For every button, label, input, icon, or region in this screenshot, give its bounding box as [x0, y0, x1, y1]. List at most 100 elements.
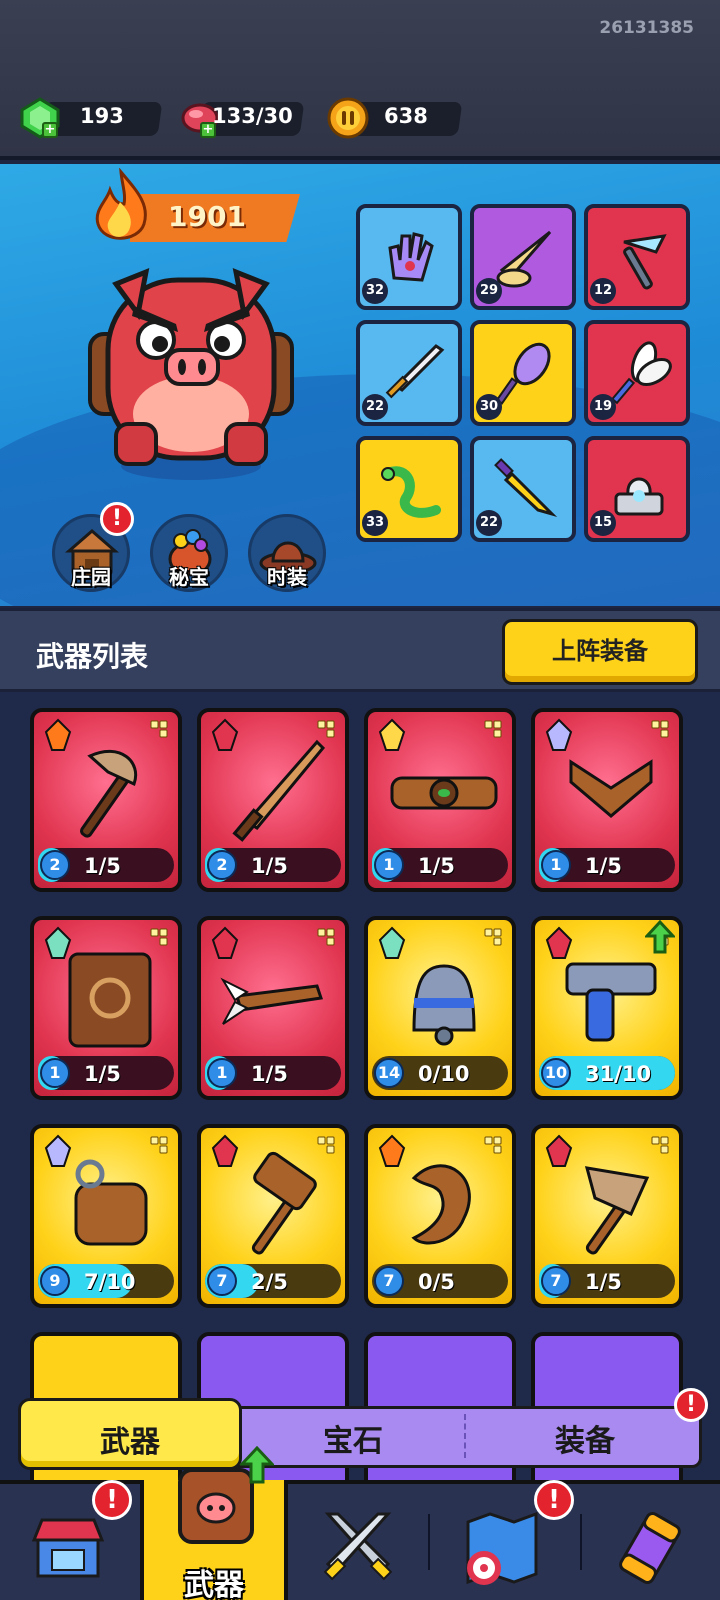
equipped-slot-fan[interactable]: 19: [584, 320, 690, 426]
ice-axe-icon: [623, 234, 667, 290]
weapon-card[interactable]: 1 1/5: [30, 916, 182, 1100]
weapon-level: 14: [374, 1058, 404, 1088]
weapon-shard-count: 7/10: [84, 1270, 136, 1294]
weapon-level: 7: [207, 1266, 237, 1296]
weapon-card[interactable]: 2 1/5: [197, 708, 349, 892]
nav-separator: [428, 1514, 430, 1570]
equipped-slot-dragon[interactable]: 33: [356, 436, 462, 542]
equipped-slot-sword[interactable]: 22: [356, 320, 462, 426]
feather-staff-icon: [495, 342, 551, 405]
gems-value: 193: [80, 104, 124, 128]
tab-gem-label: 宝石: [323, 1424, 383, 1459]
weapon-level: 2: [40, 850, 70, 880]
capsule-icon: [619, 1511, 681, 1585]
nav-map[interactable]: !: [440, 1480, 580, 1600]
map-icon: [466, 1511, 538, 1585]
fire-power-icon: [95, 168, 147, 240]
stamina-value: 133/30: [212, 104, 293, 128]
weapon-card[interactable]: 1 1/5: [364, 708, 516, 892]
weapon-level: 1: [207, 1058, 237, 1088]
weapon-card[interactable]: 7 1/5: [531, 1124, 683, 1308]
weapon-shard-count: 1/5: [418, 854, 455, 878]
equipped-slot-glove[interactable]: 32: [356, 204, 462, 310]
stone-relic-icon: [614, 477, 664, 516]
tab-equipment-label: 装备: [555, 1424, 615, 1459]
coin-icon: [327, 97, 369, 139]
shop-alert-badge: !: [92, 1480, 132, 1520]
equipped-slot-dagger[interactable]: 22: [470, 436, 576, 542]
nav-shop[interactable]: !: [0, 1480, 140, 1600]
arrow-icon: [220, 977, 323, 1025]
manor-alert-badge: !: [100, 502, 134, 536]
weapon-level: 2: [207, 850, 237, 880]
weapon-card[interactable]: 7 2/5: [197, 1124, 349, 1308]
weapon-card[interactable]: 1 1/5: [197, 916, 349, 1100]
equipped-level: 22: [476, 510, 502, 536]
bell-icon: [412, 964, 476, 1046]
nav-separator: [580, 1514, 582, 1570]
coins-value: 638: [384, 104, 428, 128]
map-alert-badge: !: [534, 1480, 574, 1520]
feather-fan-icon: [610, 341, 672, 405]
weapon-card[interactable]: 1 1/5: [531, 708, 683, 892]
add-gems-icon[interactable]: +: [42, 122, 58, 138]
tag-icon: [74, 1159, 148, 1246]
equipped-slot-horn[interactable]: 29: [470, 204, 576, 310]
nav-gacha[interactable]: [592, 1484, 720, 1600]
equipped-level: 12: [590, 278, 616, 304]
equip-loadout-button[interactable]: 上阵装备: [502, 619, 698, 685]
knife-icon: [232, 739, 326, 842]
weapon-list-title: 武器列表: [36, 640, 149, 673]
crossed-swords-icon: [323, 1512, 393, 1581]
weapon-card[interactable]: 10 31/10: [531, 916, 683, 1100]
axe-icon: [80, 749, 138, 838]
equipped-level: 19: [590, 394, 616, 420]
weapon-shard-count: 1/5: [251, 854, 288, 878]
weapon-card[interactable]: 2 1/5: [30, 708, 182, 892]
upgrade-arrow-icon: [240, 1446, 274, 1484]
weapon-list-header: 武器列表 上阵装备: [0, 608, 720, 692]
costume-label: 时装: [267, 565, 307, 589]
weapon-card[interactable]: 9 7/10: [30, 1124, 182, 1308]
weapon-card[interactable]: 7 0/5: [364, 1124, 516, 1308]
pistol-icon: [565, 962, 657, 1042]
nav-battle[interactable]: [288, 1484, 428, 1600]
tab-gem[interactable]: 宝石: [248, 1406, 458, 1468]
weapon-level: 7: [541, 1266, 571, 1296]
weapon-level: 9: [40, 1266, 70, 1296]
equipped-slot-stone[interactable]: 15: [584, 436, 690, 542]
manor-label: 庄园: [71, 565, 111, 589]
tab-divider: [464, 1414, 466, 1458]
weapon-shard-count: 0/10: [418, 1062, 470, 1086]
weapon-shard-count: 0/5: [418, 1270, 455, 1294]
glove-icon: [388, 232, 434, 282]
tab-equipment[interactable]: 装备: [470, 1406, 700, 1468]
weapon-shard-count: 2/5: [251, 1270, 288, 1294]
equipped-level: 29: [476, 278, 502, 304]
weapon-shard-count: 1/5: [585, 854, 622, 878]
category-tabs: 武器 宝石 装备 !: [18, 1388, 708, 1472]
equipment-alert-badge: !: [674, 1388, 708, 1422]
top-status-bar: 26131385 + 193 + 133/30 638: [0, 0, 720, 160]
treasure-label: 秘宝: [169, 565, 209, 589]
sword-icon: [385, 344, 445, 399]
weapon-level: 1: [541, 850, 571, 880]
weapon-level: 7: [374, 1266, 404, 1296]
belt-icon: [390, 776, 498, 810]
weapon-level: 1: [374, 850, 404, 880]
weapon-shard-count: 31/10: [585, 1062, 652, 1086]
tab-weapon-label: 武器: [100, 1425, 160, 1460]
power-value: 1901: [168, 200, 246, 233]
weapon-level: 10: [541, 1058, 571, 1088]
pig-hero-character[interactable]: [76, 254, 306, 484]
weapon-card[interactable]: 14 0/10: [364, 916, 516, 1100]
user-id: 26131385: [599, 18, 694, 38]
weapon-shard-count: 1/5: [84, 854, 121, 878]
horn-icon: [496, 230, 552, 288]
upgrade-arrow-icon: [645, 920, 675, 954]
book-icon: [68, 952, 152, 1048]
equipped-level: 22: [362, 394, 388, 420]
equipped-slot-ice-axe[interactable]: 12: [584, 204, 690, 310]
equipped-slot-feather-staff[interactable]: 30: [470, 320, 576, 426]
shop-icon: [31, 1518, 105, 1578]
